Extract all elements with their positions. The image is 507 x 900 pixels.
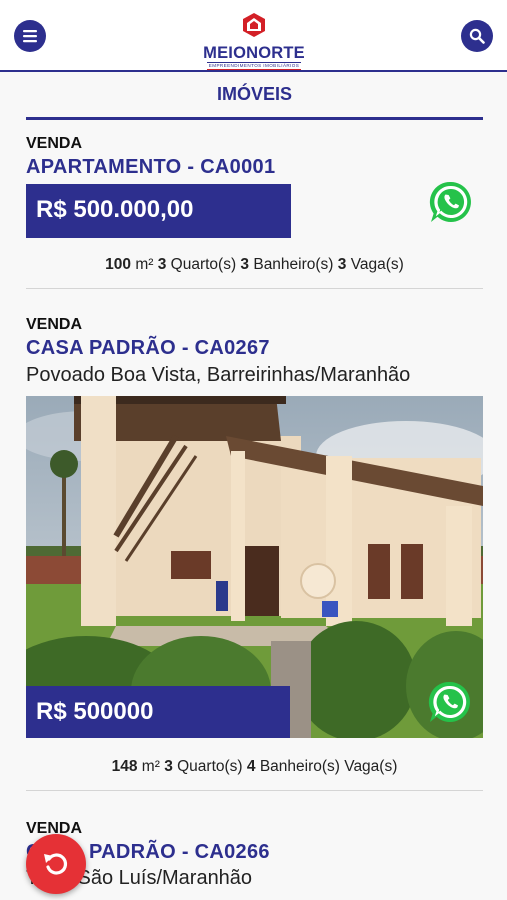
logo-subtext: EMPREENDIMENTOS IMOBILIÁRIOS — [207, 62, 301, 70]
whatsapp-icon — [428, 681, 470, 722]
undo-icon — [44, 853, 68, 875]
bathrooms-label: Banheiro(s) — [249, 256, 338, 273]
whatsapp-button[interactable] — [427, 679, 473, 725]
area-value: 100 — [105, 256, 132, 273]
listing-details: 100 m² 3 Quarto(s) 3 Banheiro(s) 3 Vaga(… — [26, 256, 483, 274]
listing-location: Povoado Boa Vista, Barreirinhas/Maranhão — [26, 364, 411, 386]
bedrooms-label: Quarto(s) — [166, 256, 241, 273]
listing-tag: VENDA — [26, 316, 83, 333]
listing-price: R$ 500000 — [26, 686, 290, 738]
search-icon — [469, 28, 485, 44]
listing-title[interactable]: APARTAMENTO - CA0001 — [26, 156, 275, 179]
area-unit: m² — [131, 256, 158, 273]
bathrooms-value: 4 — [246, 758, 256, 775]
parking-label: Vaga(s) — [344, 758, 398, 775]
logo[interactable]: MEIONORTE EMPREENDIMENTOS IMOBILIÁRIOS — [203, 12, 305, 70]
whatsapp-icon — [429, 181, 471, 222]
section-title: IMÓVEIS — [216, 84, 292, 104]
listing-tag: VENDA — [26, 135, 83, 152]
top-bar: MEIONORTE EMPREENDIMENTOS IMOBILIÁRIOS — [0, 0, 507, 72]
listing-price: R$ 500.000,00 — [26, 184, 291, 238]
bathrooms-value: 3 — [240, 256, 250, 273]
bedrooms-value: 3 — [164, 758, 173, 775]
listing-divider — [26, 288, 483, 289]
section-underline — [26, 117, 483, 120]
parking-label: Vaga(s) — [346, 256, 404, 273]
area-value: 148 — [111, 758, 138, 775]
listing-details: 148 m² 3 Quarto(s) 4 Banheiro(s) Vaga(s) — [26, 758, 483, 776]
bedrooms-label: Quarto(s) — [172, 758, 247, 775]
logo-house-icon — [243, 13, 265, 37]
listing-title[interactable]: CASA PADRÃO - CA0267 — [26, 337, 270, 360]
search-button[interactable] — [461, 20, 493, 52]
listing-divider — [26, 790, 483, 791]
hamburger-menu-icon — [23, 30, 37, 43]
listing-photo[interactable]: R$ 500000 — [26, 396, 483, 738]
logo-text: MEIONORTE — [203, 44, 305, 62]
bathrooms-label: Banheiro(s) — [255, 758, 345, 775]
menu-button[interactable] — [14, 20, 46, 52]
undo-fab-button[interactable] — [26, 834, 86, 894]
area-unit: m² — [137, 758, 165, 775]
whatsapp-button[interactable] — [428, 179, 474, 225]
